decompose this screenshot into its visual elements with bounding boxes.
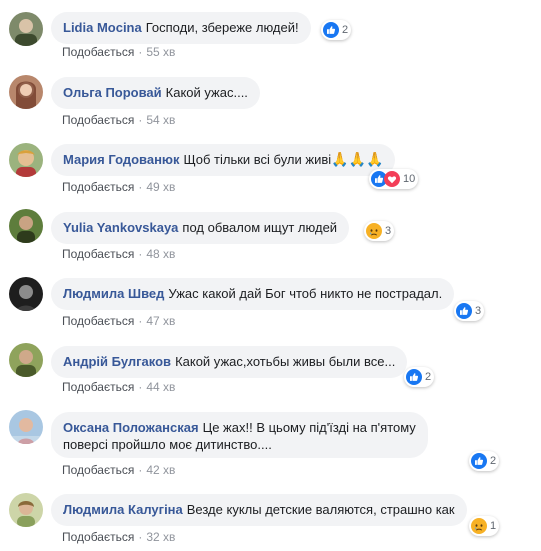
thumbs-up-icon (406, 369, 422, 385)
thumbs-up-icon (323, 22, 339, 38)
sad-face-icon (471, 518, 487, 534)
separator-dot: · (138, 180, 143, 194)
reaction-count: 3 (385, 225, 392, 237)
separator-dot: · (138, 314, 143, 328)
comment-bubble: Оксана Положанская Це жах!! В цьому під'ї… (51, 412, 428, 458)
comment-actions: Подобається · 42 хв (62, 462, 175, 478)
avatar[interactable] (9, 12, 43, 46)
comment-time[interactable]: 54 хв (146, 113, 175, 127)
comment-time[interactable]: 47 хв (146, 314, 175, 328)
avatar[interactable] (9, 75, 43, 109)
comment-bubble: Ольга Поровай Какой ужас.... (51, 77, 260, 109)
separator-dot: · (138, 45, 143, 59)
comment-bubble: Yulia Yankovskaya под обвалом ищут людей (51, 212, 350, 244)
avatar[interactable] (9, 277, 43, 311)
reaction-count: 2 (425, 371, 432, 383)
comment-text-line-2: поверсі пройшло моє дитинство.... (63, 437, 272, 452)
comment-time[interactable]: 55 хв (146, 45, 175, 59)
reaction-summary[interactable]: 3 (364, 221, 395, 241)
reaction-summary[interactable]: 2 (404, 367, 435, 387)
comment-text: Господи, збереже людей! (145, 20, 299, 35)
comment-time[interactable]: 44 хв (146, 380, 175, 394)
separator-dot: · (138, 113, 143, 127)
comment-author[interactable]: Lidia Mocina (63, 20, 142, 35)
like-link[interactable]: Подобається (62, 247, 134, 261)
avatar[interactable] (9, 410, 43, 444)
separator-dot: · (138, 247, 143, 261)
comment-bubble: Андрій Булгаков Какой ужас,хотьбы живы бы… (51, 346, 408, 378)
folded-hands-emoji: 🙏🙏🙏 (331, 151, 384, 167)
thumbs-up-icon (471, 453, 487, 469)
comment-line-1: Оксана Положанская Це жах!! В цьому під'ї… (63, 419, 416, 436)
reaction-count: 2 (342, 24, 349, 36)
comment-bubble: Мария Годованюк Щоб тільки всі були живі🙏… (51, 144, 396, 176)
reaction-summary[interactable]: 1 (469, 516, 500, 536)
reaction-summary[interactable]: 2 (469, 451, 500, 471)
like-link[interactable]: Подобається (62, 113, 134, 127)
comment-bubble: Людмила Калугіна Везде куклы детские валя… (51, 494, 467, 526)
separator-dot: · (138, 463, 143, 477)
reaction-summary[interactable]: 3 (454, 301, 485, 321)
comment-bubble: Людмила Швед Ужас какой дай Бог чтоб никт… (51, 278, 455, 310)
like-link[interactable]: Подобається (62, 530, 134, 544)
reaction-count: 2 (490, 455, 497, 467)
comment-author[interactable]: Оксана Положанская (63, 420, 199, 435)
comment-author[interactable]: Мария Годованюк (63, 152, 180, 167)
comment-text: Ужас какой дай Бог чтоб никто не пострад… (168, 286, 443, 301)
separator-dot: · (138, 380, 143, 394)
heart-icon (384, 171, 400, 187)
avatar[interactable] (9, 493, 43, 527)
reaction-count: 3 (475, 305, 482, 317)
avatar[interactable] (9, 209, 43, 243)
comment-actions: Подобається · 44 хв (62, 379, 175, 395)
reaction-count: 1 (490, 520, 497, 532)
like-link[interactable]: Подобається (62, 380, 134, 394)
comment-text: под обвалом ищут людей (182, 220, 338, 235)
comment-author[interactable]: Yulia Yankovskaya (63, 220, 178, 235)
comment-author[interactable]: Людмила Швед (63, 286, 164, 301)
comment-text: Щоб тільки всі були живі (183, 152, 332, 167)
comment-actions: Подобається · 49 хв (62, 179, 175, 195)
separator-dot: · (138, 530, 143, 544)
comment-author[interactable]: Андрій Булгаков (63, 354, 171, 369)
like-link[interactable]: Подобається (62, 45, 134, 59)
comment-time[interactable]: 42 хв (146, 463, 175, 477)
reaction-summary[interactable]: 2 (321, 20, 352, 40)
comment-actions: Подобається · 47 хв (62, 313, 175, 329)
comment-text: Какой ужас,хотьбы живы были все... (175, 354, 396, 369)
like-link[interactable]: Подобається (62, 314, 134, 328)
comment-text: Везде куклы детские валяются, страшно ка… (186, 502, 455, 517)
like-link[interactable]: Подобається (62, 463, 134, 477)
comment-bubble: Lidia Mocina Господи, збереже людей! (51, 12, 311, 44)
reaction-summary[interactable]: 10 (369, 169, 419, 189)
sad-face-icon (366, 223, 382, 239)
comment-author[interactable]: Людмила Калугіна (63, 502, 183, 517)
like-link[interactable]: Подобається (62, 180, 134, 194)
comment-actions: Подобається · 55 хв (62, 44, 175, 60)
reaction-count: 10 (403, 173, 416, 185)
avatar[interactable] (9, 343, 43, 377)
comment-time[interactable]: 48 хв (146, 247, 175, 261)
comment-actions: Подобається · 32 хв (62, 529, 175, 545)
comment-actions: Подобається · 48 хв (62, 246, 175, 262)
comment-text: Це жах!! В цьому під'їзді на п'ятому (202, 420, 416, 435)
comment-text: Какой ужас.... (165, 85, 248, 100)
comment-actions: Подобається · 54 хв (62, 112, 175, 128)
comment-time[interactable]: 49 хв (146, 180, 175, 194)
avatar[interactable] (9, 143, 43, 177)
comment-author[interactable]: Ольга Поровай (63, 85, 162, 100)
thumbs-up-icon (456, 303, 472, 319)
comment-time[interactable]: 32 хв (146, 530, 175, 544)
